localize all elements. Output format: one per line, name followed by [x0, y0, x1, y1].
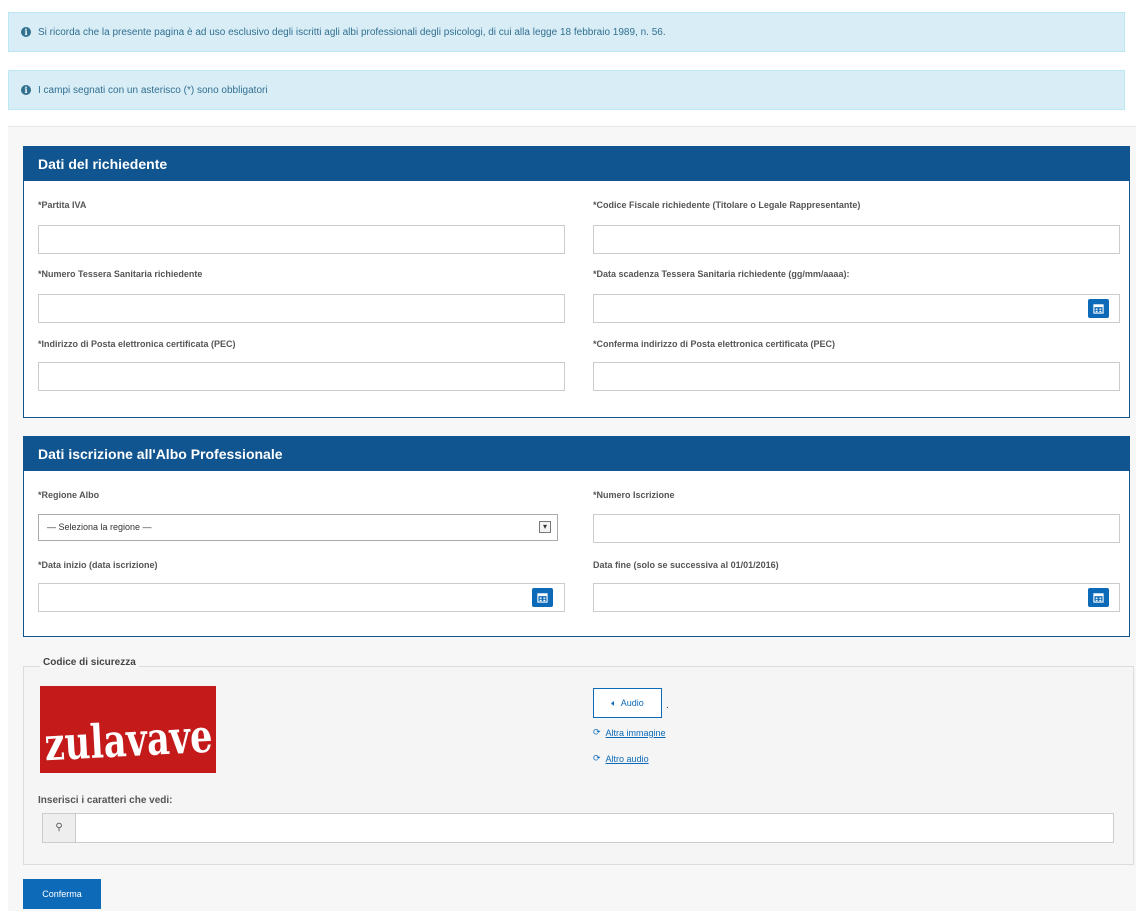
- audio-button-label: Audio: [620, 698, 644, 708]
- numero-iscrizione-label: *Numero Iscrizione: [593, 490, 675, 500]
- info-icon: i: [21, 27, 31, 37]
- conferma-button[interactable]: Conferma: [23, 879, 101, 909]
- audio-button[interactable]: 🔈︎ Audio: [593, 688, 662, 718]
- required-notice-text: I campi segnati con un asterisco (*) son…: [38, 84, 268, 96]
- privacy-notice: i Si ricorda che la presente pagina è ad…: [8, 12, 1125, 52]
- altro-audio-text: Altro audio: [605, 753, 649, 764]
- calendar-button[interactable]: [1088, 588, 1109, 607]
- numero-iscrizione-input[interactable]: [593, 514, 1120, 543]
- altra-immagine-link[interactable]: ⟳ Altra immagine: [593, 727, 666, 738]
- regione-selected-value: — Seleziona la regione —: [47, 522, 152, 532]
- captcha-image: zulavave: [40, 686, 216, 773]
- captcha-input-label: Inserisci i caratteri che vedi:: [38, 795, 173, 806]
- data-fine-label: Data fine (solo se successiva al 01/01/2…: [593, 560, 779, 570]
- data-inizio-input[interactable]: [38, 583, 565, 612]
- captcha-image-text: zulavave: [43, 709, 214, 772]
- partita-iva-input[interactable]: [38, 225, 565, 254]
- captcha-legend: Codice di sicurezza: [40, 657, 139, 668]
- info-icon: i: [21, 85, 31, 95]
- regione-albo-label: *Regione Albo: [38, 490, 100, 500]
- data-inizio-label: *Data inizio (data iscrizione): [38, 560, 158, 570]
- privacy-notice-text: Si ricorda che la presente pagina è ad u…: [38, 26, 666, 38]
- panel-title: Dati del richiedente: [24, 147, 1129, 181]
- pec-confirm-label: *Conferma indirizzo di Posta elettronica…: [593, 339, 836, 349]
- key-icon: ⚲: [43, 814, 76, 842]
- required-notice: i I campi segnati con un asterisco (*) s…: [8, 70, 1125, 110]
- audio-separator: .: [666, 700, 669, 711]
- pec-confirm-input[interactable]: [593, 362, 1120, 391]
- tessera-sanitaria-label: *Numero Tessera Sanitaria richiedente: [38, 269, 203, 279]
- speaker-icon: 🔈︎: [611, 697, 617, 708]
- panel-title: Dati iscrizione all'Albo Professionale: [24, 437, 1129, 471]
- pec-label: *Indirizzo di Posta elettronica certific…: [38, 339, 236, 349]
- codice-fiscale-label: *Codice Fiscale richiedente (Titolare o …: [593, 200, 861, 210]
- calendar-icon: [1093, 304, 1104, 314]
- refresh-icon: ⟳: [593, 727, 601, 737]
- scadenza-tessera-label: *Data scadenza Tessera Sanitaria richied…: [593, 269, 850, 279]
- regione-albo-select[interactable]: — Seleziona la regione — ▾: [38, 514, 558, 541]
- data-fine-input[interactable]: [593, 583, 1120, 612]
- captcha-input-group: ⚲: [42, 813, 1114, 843]
- calendar-icon: [1093, 593, 1104, 603]
- calendar-button[interactable]: [1088, 299, 1109, 318]
- altra-immagine-text: Altra immagine: [605, 727, 666, 738]
- scadenza-tessera-input[interactable]: [593, 294, 1120, 323]
- codice-fiscale-input[interactable]: [593, 225, 1120, 254]
- refresh-icon: ⟳: [593, 753, 601, 763]
- calendar-icon: [537, 593, 548, 603]
- chevron-down-icon: ▾: [539, 521, 551, 533]
- captcha-input[interactable]: [76, 814, 1113, 842]
- calendar-button[interactable]: [532, 588, 553, 607]
- pec-input[interactable]: [38, 362, 565, 391]
- altro-audio-link[interactable]: ⟳ Altro audio: [593, 753, 649, 764]
- tessera-sanitaria-input[interactable]: [38, 294, 565, 323]
- partita-iva-label: *Partita IVA: [38, 200, 87, 210]
